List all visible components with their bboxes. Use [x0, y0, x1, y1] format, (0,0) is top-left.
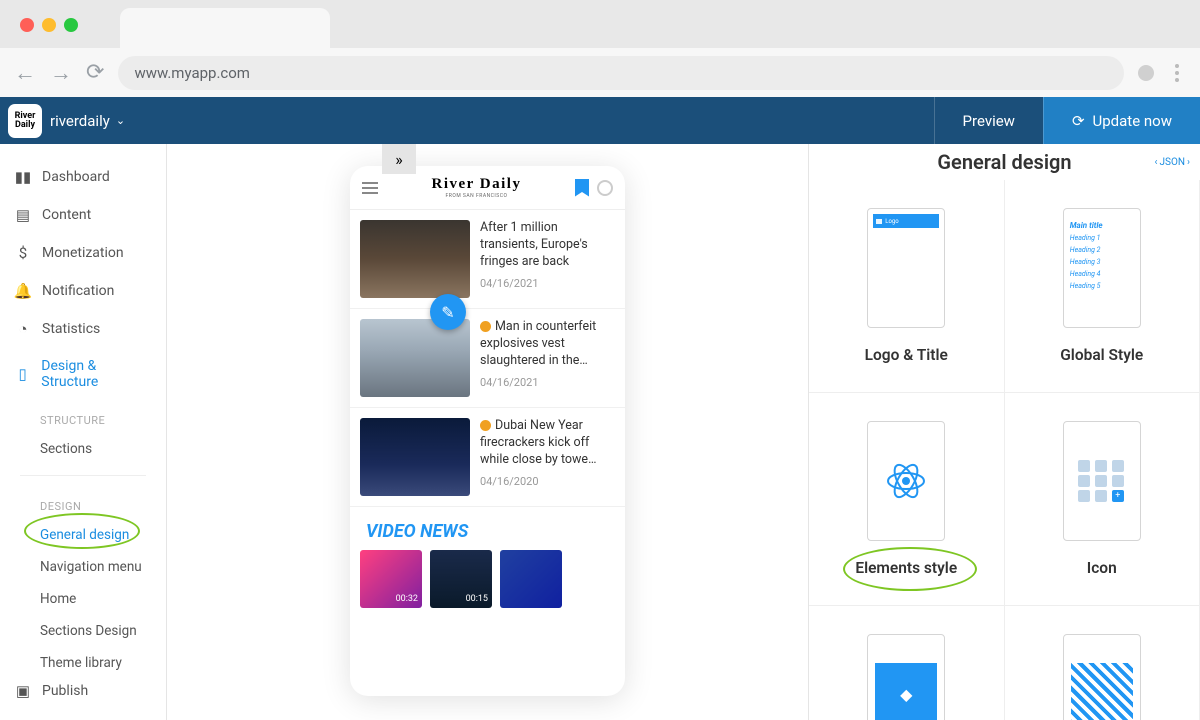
right-panel: General design ‹ JSON › Logo Logo & Titl… — [808, 144, 1200, 720]
sidebar-item-dashboard[interactable]: ▮▮Dashboard — [0, 158, 166, 196]
article-image — [360, 418, 470, 496]
forward-icon[interactable]: → — [50, 60, 72, 86]
structure-group-label: STRUCTURE — [0, 400, 166, 433]
card-label: Logo & Title — [865, 346, 948, 364]
article-title: Dubai New Year firecrackers kick off whi… — [480, 418, 615, 469]
sidebar-item-notification[interactable]: 🔔Notification — [0, 272, 166, 310]
window-maximize-button[interactable] — [64, 18, 78, 32]
chevron-right-icon: » — [395, 150, 403, 169]
preview-button[interactable]: Preview — [934, 97, 1043, 144]
gear-icon[interactable] — [597, 180, 613, 196]
design-group-label: DESIGN — [0, 486, 166, 519]
chevron-down-icon: ⌄ — [116, 114, 125, 127]
video-thumbnail[interactable] — [500, 550, 562, 608]
sidebar-item-content[interactable]: ▤Content — [0, 196, 166, 234]
sidebar-item-design-structure[interactable]: ▯Design & Structure — [0, 348, 166, 400]
article-date: 04/16/2021 — [480, 277, 615, 290]
app-name-label: riverdaily — [50, 112, 110, 130]
article-title: After 1 million transients, Europe's fri… — [480, 220, 615, 271]
pencil-icon: ✎ — [441, 303, 454, 322]
window-minimize-button[interactable] — [42, 18, 56, 32]
atom-icon — [885, 460, 927, 502]
sidebar-sub-sections[interactable]: Sections — [0, 433, 166, 465]
app-header: RiverDaily riverdaily ⌄ Preview ⟳ Update… — [0, 97, 1200, 144]
panel-header: General design ‹ JSON › — [809, 144, 1200, 180]
premium-badge-icon — [480, 420, 491, 431]
phone-icon: ▯ — [14, 365, 31, 383]
phone-mockup: River Daily FROM SAN FRANCISCO After 1 m… — [350, 166, 625, 696]
bell-icon: 🔔 — [14, 282, 32, 300]
video-thumbnail[interactable]: 00:32 — [360, 550, 422, 608]
chevron-left-icon: ‹ — [1155, 157, 1158, 168]
profile-avatar[interactable] — [1138, 65, 1154, 81]
article-title: Man in counterfeit explosives vest slaug… — [480, 319, 615, 370]
document-icon: ▤ — [14, 206, 32, 224]
article-date: 04/16/2021 — [480, 376, 615, 389]
sidebar-item-statistics[interactable]: ◔Statistics — [0, 310, 166, 348]
video-section-header: VIDEO NEWS — [350, 507, 625, 550]
premium-badge-icon — [480, 321, 491, 332]
browser-tab[interactable] — [120, 8, 330, 48]
card-preview: Logo — [867, 208, 945, 328]
edit-fab[interactable]: ✎ — [430, 294, 466, 330]
browser-menu-icon[interactable] — [1168, 64, 1186, 82]
card-logo-title[interactable]: Logo Logo & Title — [809, 180, 1005, 393]
card-extra-1[interactable]: ◆ — [809, 606, 1005, 720]
video-row: 00:32 00:15 — [350, 550, 625, 618]
card-preview: ◆ — [867, 634, 945, 720]
card-preview: + — [1063, 421, 1141, 541]
dollar-icon: $ — [14, 244, 32, 262]
diamond-icon: ◆ — [875, 663, 937, 720]
article-row[interactable]: Dubai New Year firecrackers kick off whi… — [350, 408, 625, 507]
sidebar: ▮▮Dashboard ▤Content $Monetization 🔔Noti… — [0, 144, 167, 720]
sidebar-sub-sections-design[interactable]: Sections Design — [0, 615, 166, 647]
card-label: Elements style — [855, 559, 957, 577]
hamburger-icon[interactable] — [362, 182, 378, 194]
canvas-area: » ✎ River Daily FROM SAN FRANCISCO After… — [167, 144, 808, 720]
back-icon[interactable]: ← — [14, 60, 36, 86]
pattern-icon — [1071, 663, 1133, 720]
chevron-right-icon: › — [1187, 157, 1190, 168]
sidebar-sub-general-design[interactable]: General design — [0, 519, 166, 551]
video-thumbnail[interactable]: 00:15 — [430, 550, 492, 608]
card-elements-style[interactable]: Elements style — [809, 393, 1005, 606]
update-label: Update now — [1093, 112, 1172, 130]
sidebar-sub-home[interactable]: Home — [0, 583, 166, 615]
bookmark-icon[interactable] — [575, 179, 589, 197]
article-row[interactable]: After 1 million transients, Europe's fri… — [350, 210, 625, 309]
card-preview — [867, 421, 945, 541]
window-close-button[interactable] — [20, 18, 34, 32]
article-image — [360, 220, 470, 298]
card-label: Icon — [1087, 559, 1117, 577]
json-nav[interactable]: ‹ JSON › — [1155, 157, 1191, 168]
card-label: Global Style — [1060, 346, 1143, 364]
refresh-icon: ⟳ — [1072, 112, 1085, 130]
panel-grid: Logo Logo & Title Main title Heading 1 H… — [809, 180, 1200, 720]
store-icon: ▣ — [14, 682, 32, 700]
grid-icon: + — [1078, 460, 1126, 502]
sidebar-item-publish[interactable]: ▣Publish — [0, 672, 102, 710]
panel-expand-button[interactable]: » — [382, 144, 416, 174]
app-logo: RiverDaily — [8, 104, 42, 138]
update-now-button[interactable]: ⟳ Update now — [1043, 97, 1200, 144]
card-icon[interactable]: + Icon — [1005, 393, 1200, 606]
panel-title: General design — [937, 150, 1071, 174]
article-date: 04/16/2020 — [480, 475, 615, 488]
card-preview: Main title Heading 1 Heading 2 Heading 3… — [1063, 208, 1141, 328]
browser-chrome: ← → ⟳ www.myapp.com — [0, 0, 1200, 97]
app-selector[interactable]: riverdaily ⌄ — [50, 112, 125, 130]
article-image — [360, 319, 470, 397]
pie-chart-icon: ◔ — [14, 320, 32, 338]
card-global-style[interactable]: Main title Heading 1 Heading 2 Heading 3… — [1005, 180, 1200, 393]
divider — [20, 475, 146, 476]
mock-brand: River Daily FROM SAN FRANCISCO — [432, 176, 522, 199]
card-extra-2[interactable] — [1005, 606, 1200, 720]
reload-icon[interactable]: ⟳ — [86, 60, 104, 85]
url-bar[interactable]: www.myapp.com — [118, 56, 1124, 90]
card-preview — [1063, 634, 1141, 720]
sidebar-item-monetization[interactable]: $Monetization — [0, 234, 166, 272]
article-row[interactable]: Man in counterfeit explosives vest slaug… — [350, 309, 625, 408]
sidebar-sub-navigation-menu[interactable]: Navigation menu — [0, 551, 166, 583]
chart-bar-icon: ▮▮ — [14, 168, 32, 186]
